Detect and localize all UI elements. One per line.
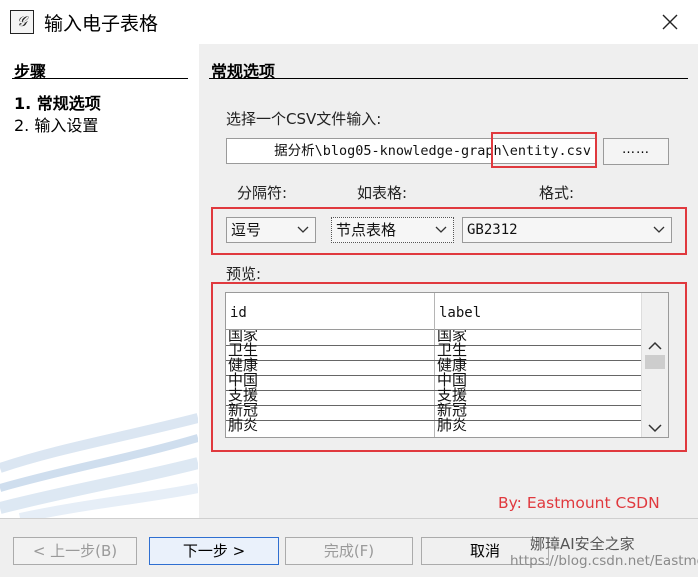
- dialog-window: 𝒢 输入电子表格 步骤 1. 常规选项 2. 输入设置 常规选项 选择一个CSV…: [0, 0, 698, 577]
- table-row: 健康 健康: [226, 356, 642, 376]
- separator-select[interactable]: 逗号: [226, 217, 316, 243]
- steps-pane: 步骤 1. 常规选项 2. 输入设置: [0, 44, 198, 518]
- table-row: 卫生 卫生: [226, 341, 642, 361]
- separator-label: 分隔符:: [237, 184, 288, 202]
- format-select[interactable]: GB2312: [462, 217, 672, 243]
- column-header-label[interactable]: label: [435, 293, 481, 329]
- separator-value: 逗号: [231, 221, 262, 239]
- window-title: 输入电子表格: [44, 13, 159, 35]
- step-input-settings: 2. 输入设置: [14, 116, 99, 135]
- section-divider: [209, 78, 688, 79]
- chevron-down-icon: [653, 226, 665, 233]
- watermark-url: https://blog.csdn.net/Eastmount: [510, 553, 698, 569]
- table-row: 肺炎 肺炎: [226, 416, 642, 435]
- table-row: 中国 中国: [226, 371, 642, 391]
- decorative-swirl-graphic: [0, 413, 198, 518]
- close-icon[interactable]: [658, 10, 682, 34]
- title-bar: 𝒢 输入电子表格: [0, 0, 698, 44]
- watermark-name: 娜璋AI安全之家: [530, 535, 635, 553]
- steps-divider: [12, 78, 188, 79]
- table-rows: 国家 国家 卫生 卫生 健康 健康 中国 中国 支援 支援 新冠 新冠 肺炎 肺…: [226, 330, 642, 437]
- scroll-up-icon[interactable]: [648, 341, 662, 351]
- table-type-label: 如表格:: [357, 184, 408, 202]
- format-label: 格式:: [539, 184, 575, 202]
- chevron-down-icon: [297, 226, 309, 233]
- next-button[interactable]: 下一步 >: [149, 537, 279, 565]
- back-button[interactable]: < 上一步(B): [13, 537, 137, 565]
- button-bar: < 上一步(B) 下一步 > 完成(F) 取消 娜璋AI安全之家 https:/…: [0, 518, 698, 577]
- scroll-thumb[interactable]: [645, 355, 665, 369]
- preview-table: id label 国家 国家 卫生 卫生 健康 健康 中国 中国 支援 支援 新…: [225, 292, 669, 438]
- csv-file-label: 选择一个CSV文件输入:: [226, 110, 382, 128]
- step-general-options: 1. 常规选项: [14, 94, 101, 113]
- scroll-down-icon[interactable]: [648, 423, 662, 433]
- format-value: GB2312: [467, 222, 518, 238]
- app-logo-icon: 𝒢: [10, 10, 34, 34]
- finish-button[interactable]: 完成(F): [285, 537, 413, 565]
- table-type-select[interactable]: 节点表格: [331, 217, 454, 243]
- column-header-id[interactable]: id: [226, 293, 247, 329]
- table-row: 支援 支援: [226, 386, 642, 406]
- cell-id: 肺炎: [228, 416, 259, 434]
- vertical-scrollbar[interactable]: [641, 293, 668, 437]
- author-annotation: By: Eastmount CSDN: [498, 494, 660, 512]
- preview-label: 预览:: [226, 265, 262, 283]
- browse-button[interactable]: ……: [603, 138, 669, 165]
- table-row: 国家 国家: [226, 330, 642, 346]
- table-row: 新冠 新冠: [226, 401, 642, 421]
- options-pane: 常规选项 选择一个CSV文件输入: 据分析\blog05-knowledge-g…: [199, 44, 698, 518]
- chevron-down-icon: [435, 226, 447, 233]
- table-type-value: 节点表格: [336, 221, 397, 239]
- cell-label: 肺炎: [437, 416, 468, 434]
- filename-highlight-box: [491, 132, 597, 168]
